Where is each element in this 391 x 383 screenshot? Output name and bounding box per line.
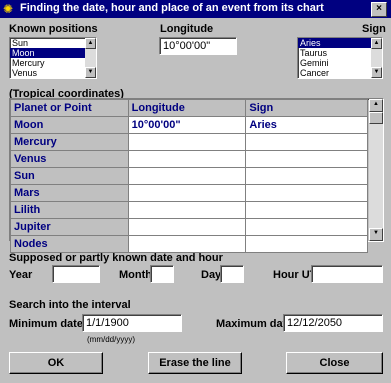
longitude-cell[interactable] [127, 184, 247, 202]
min-date-input[interactable]: 1/1/1900 [82, 314, 182, 332]
table-row[interactable]: Mercury [10, 133, 368, 151]
longitude-cell[interactable] [127, 201, 247, 219]
sign-cell[interactable] [245, 133, 368, 151]
table-scrollbar[interactable]: ▲ ▼ [369, 99, 383, 241]
sign-list[interactable]: Aries Taurus Gemini Cancer ▲ ▼ [297, 37, 383, 79]
hour-label: Hour UT [273, 269, 317, 281]
longitude-cell[interactable] [127, 133, 247, 151]
sign-option[interactable]: Cancer [298, 68, 382, 78]
max-date-label: Maximum date [216, 318, 293, 330]
coordinates-table[interactable]: Planet or Point Longitude Sign Moon 10°00'0… [9, 98, 384, 253]
interval-label: Search into the interval [9, 299, 131, 311]
scroll-up-icon[interactable]: ▲ [369, 99, 383, 112]
year-label: Year [9, 269, 33, 281]
scroll-thumb[interactable] [369, 112, 383, 124]
planet-cell[interactable]: Jupiter [10, 218, 129, 236]
table-row[interactable]: Nodes [10, 235, 368, 253]
sign-scrollbar[interactable]: ▲ ▼ [371, 38, 382, 78]
longitude-cell[interactable]: 10°00'00" [127, 116, 247, 134]
month-label: Month [119, 269, 152, 281]
sign-cell[interactable]: Aries [245, 116, 368, 134]
planet-cell[interactable]: Lilith [10, 201, 129, 219]
planet-cell[interactable]: Venus [10, 150, 129, 168]
longitude-input[interactable]: 10°00'00" [159, 37, 237, 55]
ok-button[interactable]: OK [9, 352, 103, 374]
month-input[interactable] [150, 265, 174, 283]
longitude-cell[interactable] [127, 150, 247, 168]
app-icon: ✺ [3, 2, 14, 16]
known-positions-label: Known positions [9, 23, 98, 35]
planet-cell[interactable]: Mars [10, 184, 129, 202]
hour-input[interactable] [311, 265, 383, 283]
table-row[interactable]: Sun [10, 167, 368, 185]
date-format-hint: (mm/dd/yyyy) [87, 335, 135, 344]
sign-option[interactable]: Gemini [298, 58, 382, 68]
known-positions-scrollbar[interactable]: ▲ ▼ [85, 38, 96, 78]
table-row[interactable]: Moon 10°00'00" Aries [10, 116, 368, 134]
scroll-down-icon[interactable]: ▼ [369, 228, 383, 241]
known-positions-option[interactable]: Sun [10, 38, 96, 48]
min-date-label: Minimum date [9, 318, 83, 330]
close-icon[interactable]: × [371, 2, 387, 17]
sign-option[interactable]: Aries [298, 38, 382, 48]
known-positions-option[interactable]: Mercury [10, 58, 96, 68]
known-positions-option[interactable]: Venus [10, 68, 96, 78]
erase-line-button[interactable]: Erase the line [148, 352, 242, 374]
longitude-cell[interactable] [127, 218, 247, 236]
planet-cell[interactable]: Moon [10, 116, 129, 134]
date-hour-label: Supposed or partly known date and hour [9, 252, 223, 264]
sign-option[interactable]: Taurus [298, 48, 382, 58]
column-header: Sign [245, 99, 368, 117]
planet-cell[interactable]: Mercury [10, 133, 129, 151]
sign-cell[interactable] [245, 201, 368, 219]
planet-cell[interactable]: Nodes [10, 235, 129, 253]
longitude-cell[interactable] [127, 235, 247, 253]
scroll-down-icon[interactable]: ▼ [371, 67, 382, 78]
longitude-label: Longitude [160, 23, 214, 35]
scroll-down-icon[interactable]: ▼ [85, 67, 96, 78]
scroll-up-icon[interactable]: ▲ [85, 38, 96, 49]
scroll-up-icon[interactable]: ▲ [371, 38, 382, 49]
known-positions-option[interactable]: Moon [10, 48, 96, 58]
column-header: Longitude [127, 99, 247, 117]
day-input[interactable] [220, 265, 244, 283]
sign-cell[interactable] [245, 167, 368, 185]
sign-cell[interactable] [245, 235, 368, 253]
table-row[interactable]: Venus [10, 150, 368, 168]
title-bar: ✺ Finding the date, hour and place of an… [0, 0, 391, 18]
sign-cell[interactable] [245, 184, 368, 202]
sign-cell[interactable] [245, 150, 368, 168]
window-title: Finding the date, hour and place of an e… [20, 2, 324, 14]
table-row[interactable]: Lilith [10, 201, 368, 219]
planet-cell[interactable]: Sun [10, 167, 129, 185]
table-row[interactable]: Jupiter [10, 218, 368, 236]
longitude-cell[interactable] [127, 167, 247, 185]
table-row[interactable]: Mars [10, 184, 368, 202]
known-positions-list[interactable]: Sun Moon Mercury Venus ▲ ▼ [9, 37, 97, 79]
max-date-input[interactable]: 12/12/2050 [283, 314, 383, 332]
year-input[interactable] [52, 265, 100, 283]
column-header: Planet or Point [10, 99, 129, 117]
close-button[interactable]: Close [286, 352, 383, 374]
sign-cell[interactable] [245, 218, 368, 236]
day-label: Day [201, 269, 222, 281]
sign-label: Sign [362, 23, 386, 35]
